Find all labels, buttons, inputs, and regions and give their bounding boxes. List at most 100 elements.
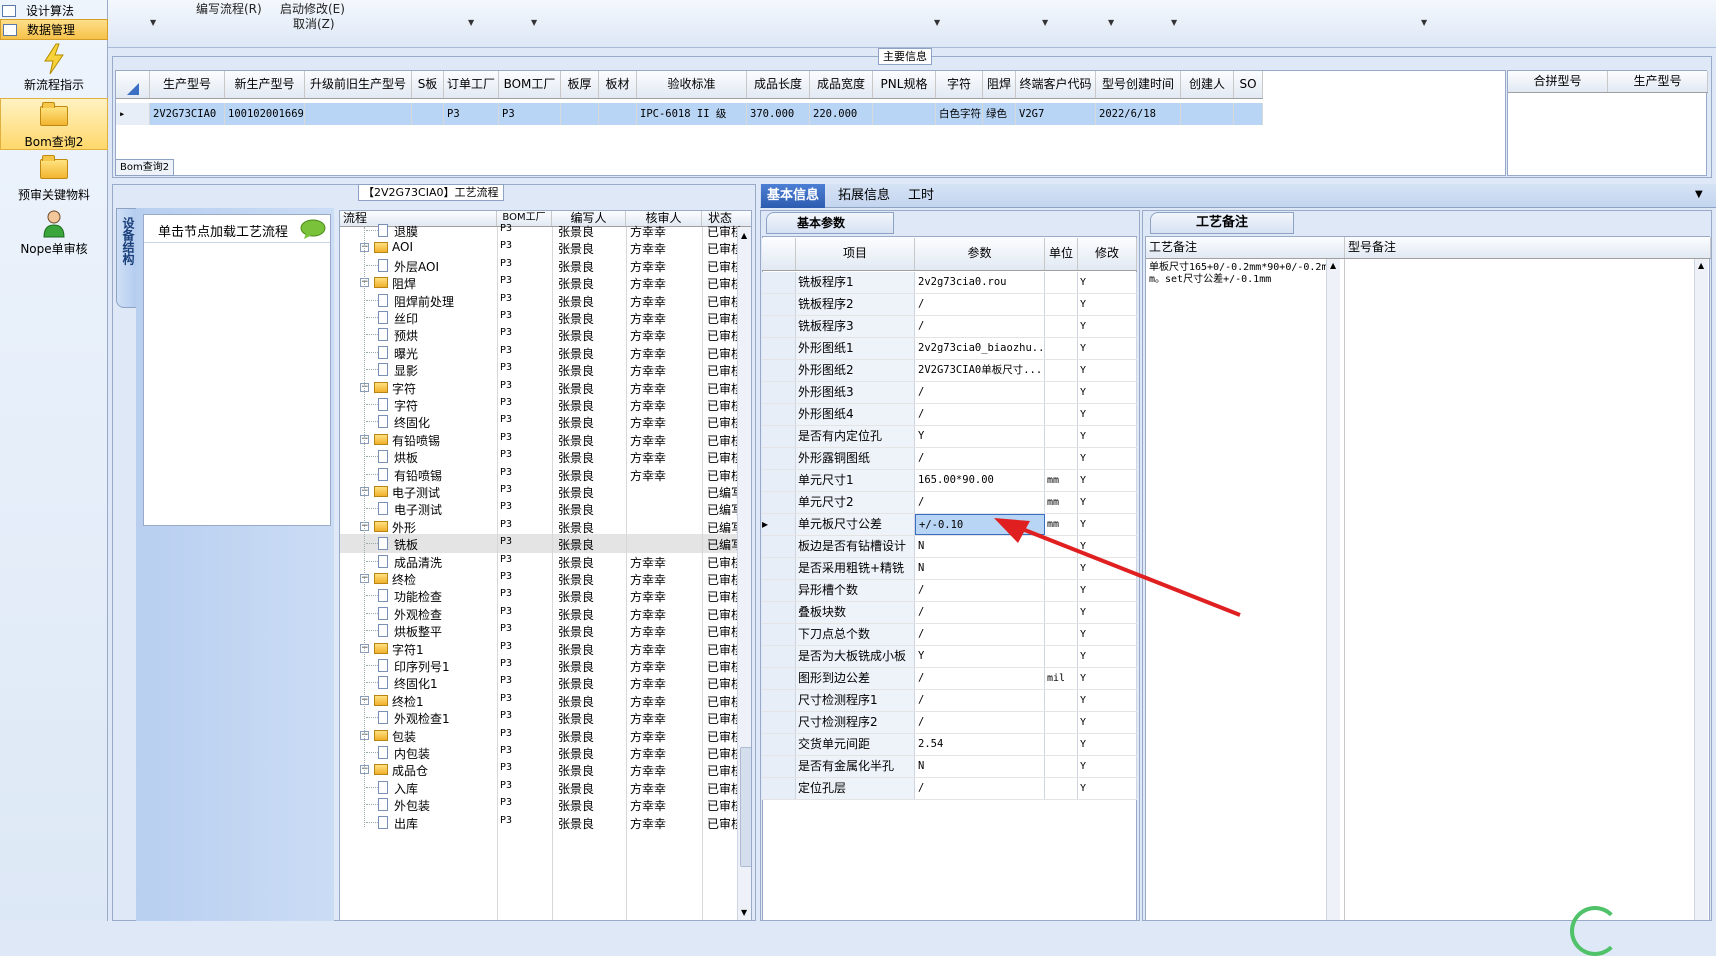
row-selector[interactable] <box>762 448 796 469</box>
row-selector[interactable] <box>762 646 796 667</box>
tree-row[interactable]: 成品清洗 P3 张景良 方幸幸 已审核 <box>340 552 751 571</box>
sidebar-top-item-data[interactable]: 数据管理 <box>0 19 108 40</box>
chevron-down-icon[interactable]: ▼ <box>1695 189 1703 200</box>
param-editable[interactable]: Y <box>1078 448 1137 469</box>
param-editable[interactable]: Y <box>1078 690 1137 711</box>
tree-row[interactable]: 铣板 P3 张景良 已编写 <box>340 534 751 554</box>
param-editable[interactable]: Y <box>1078 294 1137 315</box>
row-pointer-icon[interactable]: ▸ <box>116 103 150 125</box>
table-cell[interactable]: 2022/6/18 <box>1096 103 1181 125</box>
param-value[interactable]: / <box>915 668 1045 689</box>
scroll-up-icon[interactable]: ▲ <box>741 231 750 245</box>
param-row[interactable]: 尺寸检测程序2 / Y <box>762 712 1137 734</box>
sidebar-item-pre-review[interactable]: 预审关键物料 <box>0 152 108 208</box>
param-value[interactable]: / <box>915 382 1045 403</box>
param-editable[interactable]: Y <box>1078 382 1137 403</box>
param-editable[interactable]: Y <box>1078 470 1137 491</box>
param-row[interactable]: 单元尺寸1 165.00*90.00 mm Y <box>762 470 1137 492</box>
row-selector[interactable] <box>762 426 796 447</box>
param-row[interactable]: 外形露铜图纸 / Y <box>762 448 1137 470</box>
param-row[interactable]: 外形图纸4 / Y <box>762 404 1137 426</box>
row-selector[interactable] <box>762 492 796 513</box>
param-value[interactable]: / <box>915 778 1045 799</box>
tab-extended-info[interactable]: 拓展信息 <box>832 184 896 208</box>
tree-row[interactable]: − AOI P3 张景良 方幸幸 已审核 <box>340 238 751 257</box>
tree-row[interactable]: 出库 P3 张景良 方幸幸 已审核 <box>340 813 751 832</box>
row-selector[interactable] <box>762 580 796 601</box>
table-cell[interactable] <box>599 103 637 125</box>
param-row[interactable]: 铣板程序2 / Y <box>762 294 1137 316</box>
table-cell[interactable]: 绿色 <box>983 103 1016 125</box>
param-editable[interactable]: Y <box>1078 712 1137 733</box>
device-tree[interactable]: 单击节点加载工艺流程 <box>143 214 331 526</box>
param-value[interactable]: / <box>915 492 1045 513</box>
tree-row[interactable]: − 阻焊 P3 张景良 方幸幸 已审核 <box>340 273 751 292</box>
column-header[interactable]: 单位 <box>1045 238 1078 270</box>
param-row[interactable]: 下刀点总个数 / Y <box>762 624 1137 646</box>
tree-row[interactable]: 终固化 P3 张景良 方幸幸 已审核 <box>340 412 751 431</box>
param-value[interactable]: Y <box>915 426 1045 447</box>
tree-row[interactable]: 终固化1 P3 张景良 方幸幸 已审核 <box>340 673 751 692</box>
row-selector[interactable] <box>762 712 796 733</box>
row-selector[interactable] <box>762 624 796 645</box>
column-header[interactable]: 生产型号 <box>1608 71 1708 92</box>
sidebar-item-nope-review[interactable]: Nope单审核 <box>0 206 108 262</box>
row-selector[interactable] <box>762 668 796 689</box>
dropdown-arrow-icon[interactable]: ▼ <box>1108 18 1114 27</box>
param-editable[interactable]: Y <box>1078 272 1137 293</box>
param-value[interactable]: 165.00*90.00 <box>915 470 1045 491</box>
column-header[interactable]: 订单工厂 <box>444 71 499 98</box>
row-selector[interactable] <box>762 470 796 491</box>
table-cell[interactable]: P3 <box>444 103 499 125</box>
param-editable[interactable]: Y <box>1078 360 1137 381</box>
row-selector[interactable] <box>762 404 796 425</box>
param-row[interactable]: 尺寸检测程序1 / Y <box>762 690 1137 712</box>
tree-row[interactable]: 外包装 P3 张景良 方幸幸 已审核 <box>340 795 751 814</box>
flow-tree-scrollbar[interactable]: ▲ ▼ <box>737 227 751 920</box>
table-cell[interactable]: P3 <box>499 103 561 125</box>
table-cell[interactable] <box>873 103 936 125</box>
table-cell[interactable]: 2V2G73CIA0 <box>150 103 225 125</box>
dropdown-arrow-icon[interactable]: ▼ <box>1171 18 1177 27</box>
column-header[interactable]: 字符 <box>936 71 983 98</box>
dropdown-arrow-icon[interactable]: ▼ <box>531 18 537 27</box>
scroll-up-icon[interactable]: ▲ <box>1695 259 1708 272</box>
table-cell[interactable] <box>412 103 444 125</box>
column-header[interactable]: PNL规格 <box>873 71 936 98</box>
table-cell[interactable] <box>305 103 412 125</box>
row-selector[interactable] <box>762 558 796 579</box>
row-selector[interactable] <box>762 382 796 403</box>
column-header[interactable]: 修改 <box>1078 238 1137 270</box>
scroll-up-icon[interactable]: ▲ <box>1327 259 1340 272</box>
param-editable[interactable]: Y <box>1078 734 1137 755</box>
dropdown-arrow-icon[interactable]: ▼ <box>1042 18 1048 27</box>
tree-row[interactable]: 退膜 P3 张景良 方幸幸 已审核 <box>340 221 751 240</box>
table-cell[interactable]: IPC-6018 II 级 <box>637 103 747 125</box>
row-selector[interactable] <box>762 316 796 337</box>
row-selector[interactable] <box>762 756 796 777</box>
tab-process-remarks[interactable]: 工艺备注 <box>1150 212 1294 234</box>
write-flow-menu[interactable]: 编写流程(R) <box>196 0 262 17</box>
scroll-thumb[interactable] <box>740 747 751 867</box>
param-value[interactable]: / <box>915 316 1045 337</box>
tree-row[interactable]: 功能检查 P3 张景良 方幸幸 已审核 <box>340 586 751 605</box>
row-selector[interactable] <box>762 690 796 711</box>
tree-row[interactable]: 阻焊前处理 P3 张景良 方幸幸 已审核 <box>340 291 751 310</box>
tree-row[interactable]: 预烘 P3 张景良 方幸幸 已审核 <box>340 325 751 344</box>
tree-row[interactable]: − 字符 P3 张景良 方幸幸 已审核 <box>340 378 751 397</box>
table-cell[interactable] <box>561 103 599 125</box>
param-editable[interactable]: Y <box>1078 426 1137 447</box>
param-value[interactable]: 2.54 <box>915 734 1045 755</box>
param-row[interactable]: 外形图纸1 2v2g73cia0_biaozhu... Y <box>762 338 1137 360</box>
param-editable[interactable]: Y <box>1078 756 1137 777</box>
param-row[interactable]: 是否有内定位孔 Y Y <box>762 426 1137 448</box>
cancel-menu[interactable]: 取消(Z) <box>293 15 335 32</box>
column-header[interactable]: 项目 <box>796 238 915 270</box>
param-editable[interactable]: Y <box>1078 646 1137 667</box>
param-row[interactable]: 定位孔层 / Y <box>762 778 1137 800</box>
table-row[interactable]: ▸2V2G73CIA010010200166919 P3P3 IPC-6018 II… <box>116 103 1263 125</box>
param-value[interactable]: / <box>915 712 1045 733</box>
dropdown-arrow-icon[interactable]: ▼ <box>1421 18 1427 27</box>
tree-row[interactable]: 显影 P3 张景良 方幸幸 已审核 <box>340 360 751 379</box>
sidebar-item-new-flow[interactable]: 新流程指示 <box>0 42 108 98</box>
